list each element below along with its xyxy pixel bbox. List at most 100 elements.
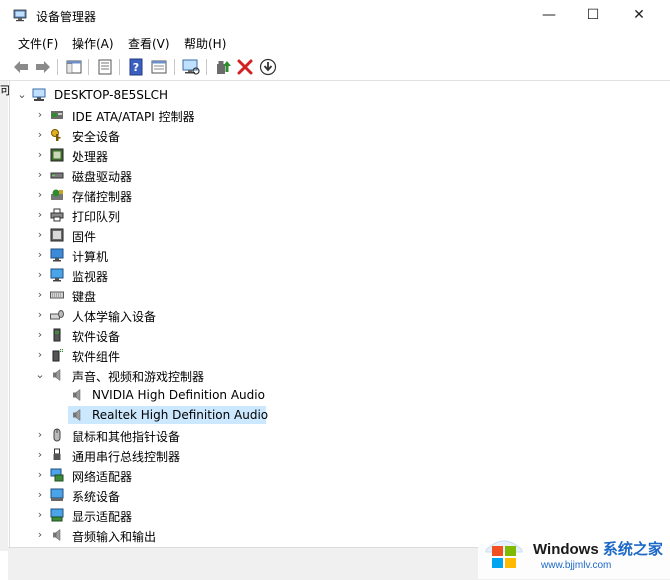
category-label: 打印队列 [72,210,121,224]
tree-category[interactable]: › IDE ATA/ATAPI 控制器 [10,105,670,125]
chevron-right-icon[interactable]: › [34,228,46,242]
computer-icon [32,88,46,101]
category-label: 通用串行总线控制器 [72,450,181,464]
tree-category[interactable]: › 通用串行总线控制器 [10,445,670,465]
tree-category[interactable]: › 鼠标和其他指针设备 [10,425,670,445]
chevron-right-icon[interactable]: › [34,268,46,282]
title-bar: 设备管理器 — ☐ ✕ [0,0,670,31]
chevron-right-icon[interactable]: › [34,468,46,482]
chevron-right-icon[interactable]: › [34,448,46,462]
chevron-right-icon[interactable]: › [34,308,46,322]
menu-view[interactable]: 查看(V) [128,35,170,52]
chevron-right-icon[interactable]: › [34,348,46,362]
monitor-icon [50,268,64,282]
security-key-icon [51,129,61,141]
category-label: IDE ATA/ATAPI 控制器 [72,110,195,124]
scan-hardware-icon[interactable] [182,58,200,76]
device-label: Realtek High Definition Audio [92,408,269,422]
category-label: 网络适配器 [72,470,133,484]
back-arrow-icon[interactable] [12,58,30,76]
category-label: 鼠标和其他指针设备 [72,430,181,444]
computer-icon [50,248,64,262]
tree-category[interactable]: › 软件设备 [10,325,670,345]
tree-category[interactable]: › 显示适配器 [10,505,670,525]
tree-category[interactable]: › 人体学输入设备 [10,305,670,325]
menu-help[interactable]: 帮助(H) [184,35,226,52]
tree-device[interactable]: NVIDIA High Definition Audio [10,385,670,405]
watermark-url: www.bjjmlv.com [541,560,612,571]
device-tree[interactable]: ⌄ DESKTOP-8E5SLCH › IDE ATA/ATAPI 控制器 › … [9,81,670,551]
chevron-right-icon[interactable]: › [34,188,46,202]
chevron-right-icon[interactable]: › [34,208,46,222]
network-adapter-icon [50,468,64,482]
software-device-icon [53,328,61,342]
properties-icon[interactable] [96,58,114,76]
update-driver-icon[interactable] [214,58,232,76]
maximize-button[interactable]: ☐ [570,0,616,31]
tree-device-selected[interactable]: Realtek High Definition Audio [10,405,670,425]
toolbar-separator [57,59,58,75]
chevron-right-icon[interactable]: › [34,488,46,502]
close-button[interactable]: ✕ [616,0,662,31]
device-manager-icon [13,9,27,22]
toolbar-separator [88,59,89,75]
category-label: 人体学输入设备 [72,310,157,324]
forward-arrow-icon[interactable] [34,58,52,76]
chevron-right-icon[interactable]: › [34,328,46,342]
toolbar-separator [206,59,207,75]
storage-controller-icon [51,189,63,200]
tree-category[interactable]: › 处理器 [10,145,670,165]
tree-root[interactable]: ⌄ DESKTOP-8E5SLCH [10,85,670,105]
tree-category[interactable]: › 网络适配器 [10,465,670,485]
tree-category-expanded[interactable]: ⌄ 声音、视频和游戏控制器 [10,365,670,385]
chevron-right-icon[interactable]: › [34,248,46,262]
minimize-button[interactable]: — [526,0,572,31]
watermark-brand: Windows [533,541,599,558]
menu-file[interactable]: 文件(F) [18,35,58,52]
left-gutter [0,81,8,551]
printer-icon [50,208,64,222]
tree-category[interactable]: › 固件 [10,225,670,245]
help-icon[interactable]: ? [127,58,145,76]
tree-category[interactable]: › 存储控制器 [10,185,670,205]
category-label: 磁盘驱动器 [72,170,133,184]
chevron-right-icon[interactable]: › [34,128,46,142]
svg-text:?: ? [133,61,139,74]
tree-category[interactable]: › 键盘 [10,285,670,305]
category-label: 软件设备 [72,330,121,344]
uninstall-device-icon[interactable] [236,58,254,76]
chevron-right-icon[interactable]: › [34,508,46,522]
console-view-icon[interactable] [150,58,168,76]
category-label: 处理器 [72,150,109,164]
chevron-right-icon[interactable]: › [34,168,46,182]
category-label: 监视器 [72,270,109,284]
chevron-down-icon[interactable]: ⌄ [16,88,28,102]
device-label: NVIDIA High Definition Audio [92,388,265,402]
watermark: Windows 系统之家 www.bjjmlv.com [478,526,670,579]
software-component-icon [52,349,63,362]
watermark-title: Windows 系统之家 [533,538,663,559]
category-label: 系统设备 [72,490,121,504]
tree-category[interactable]: › 监视器 [10,265,670,285]
display-adapter-icon [50,508,64,522]
tree-category[interactable]: › 系统设备 [10,485,670,505]
chevron-right-icon[interactable]: › [34,108,46,122]
chevron-right-icon[interactable]: › [34,428,46,442]
chevron-right-icon[interactable]: › [34,288,46,302]
processor-icon [50,148,64,162]
download-circle-icon[interactable] [259,58,277,76]
chevron-right-icon[interactable]: › [34,528,46,542]
chevron-down-icon[interactable]: ⌄ [34,368,46,382]
toolbar-separator [174,59,175,75]
category-label: 声音、视频和游戏控制器 [72,370,205,384]
tree-category[interactable]: › 安全设备 [10,125,670,145]
menu-action[interactable]: 操作(A) [72,35,114,52]
watermark-cn: 系统之家 [602,541,663,558]
tree-category[interactable]: › 磁盘驱动器 [10,165,670,185]
tree-category[interactable]: › 软件组件 [10,345,670,365]
tree-category[interactable]: › 计算机 [10,245,670,265]
tree-category[interactable]: › 打印队列 [10,205,670,225]
keyboard-icon [50,291,64,299]
chevron-right-icon[interactable]: › [34,148,46,162]
show-hide-console-tree-icon[interactable] [65,58,83,76]
